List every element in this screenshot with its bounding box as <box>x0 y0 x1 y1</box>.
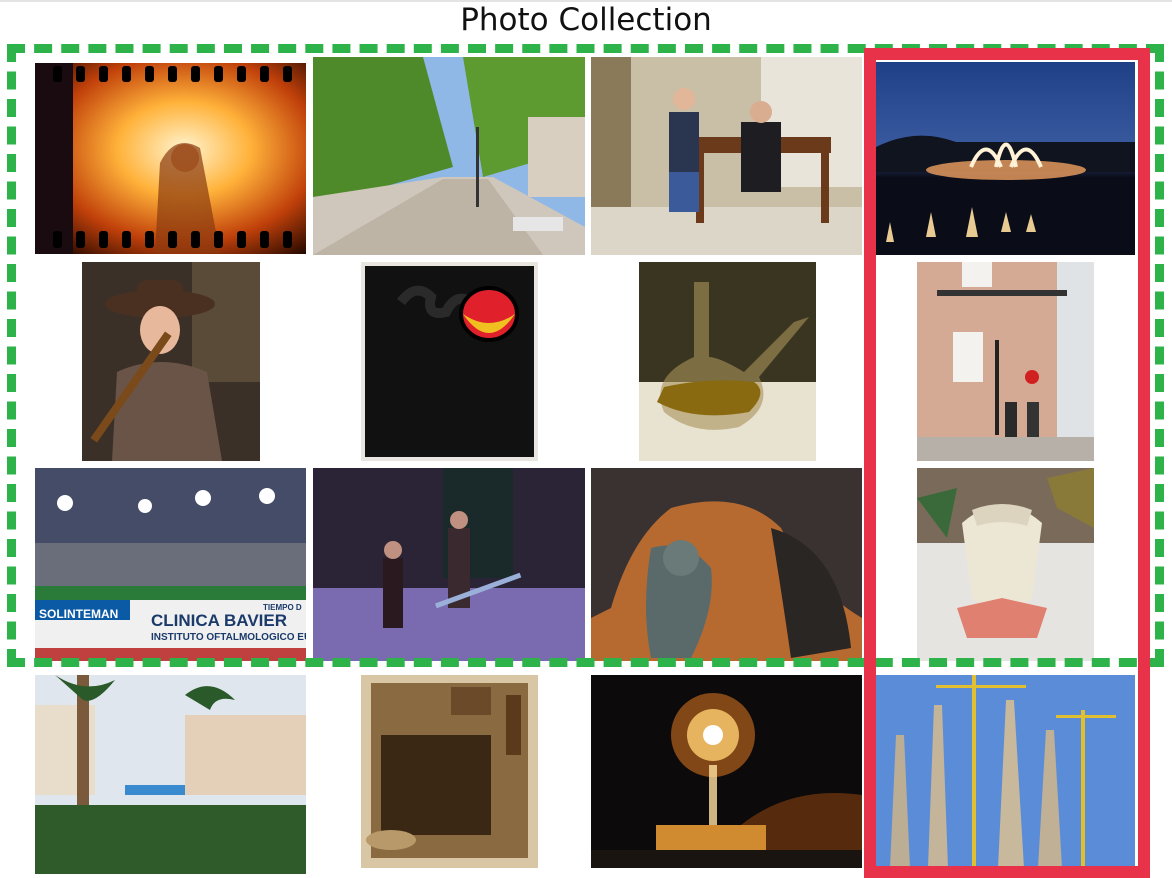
sign-tiempo: TIEMPO D <box>263 603 302 612</box>
photo-woman-bench <box>591 57 862 255</box>
photo-pink-building <box>917 262 1094 461</box>
photo-sepia-piano <box>361 675 538 868</box>
photo-bronze-sculpture <box>591 468 862 661</box>
page-title: Photo Collection <box>460 2 712 38</box>
photo-boulevard <box>313 57 585 255</box>
sign-instituto: INSTITUTO OFTALMOLOGICO EURO <box>151 632 306 643</box>
photo-abstract-painting <box>361 262 538 461</box>
photo-palm-trees <box>35 675 306 874</box>
photo-cathedral-spires <box>876 675 1135 868</box>
photo-film-strip <box>35 63 306 254</box>
sign-clinica-bavier: CLINICA BAVIER <box>151 611 287 630</box>
sign-solinteman: SOLINTEMAN <box>39 607 119 621</box>
photo-origami-face <box>917 468 1094 661</box>
photo-fireworks <box>591 675 862 868</box>
photo-night-fountain <box>876 62 1135 255</box>
photo-concert <box>313 468 585 661</box>
photo-oil-cruet <box>639 262 816 461</box>
photo-cowboy-hat <box>82 262 260 461</box>
photo-stadium: SOLINTEMAN CLINICA BAVIER INSTITUTO OFTA… <box>35 468 306 661</box>
